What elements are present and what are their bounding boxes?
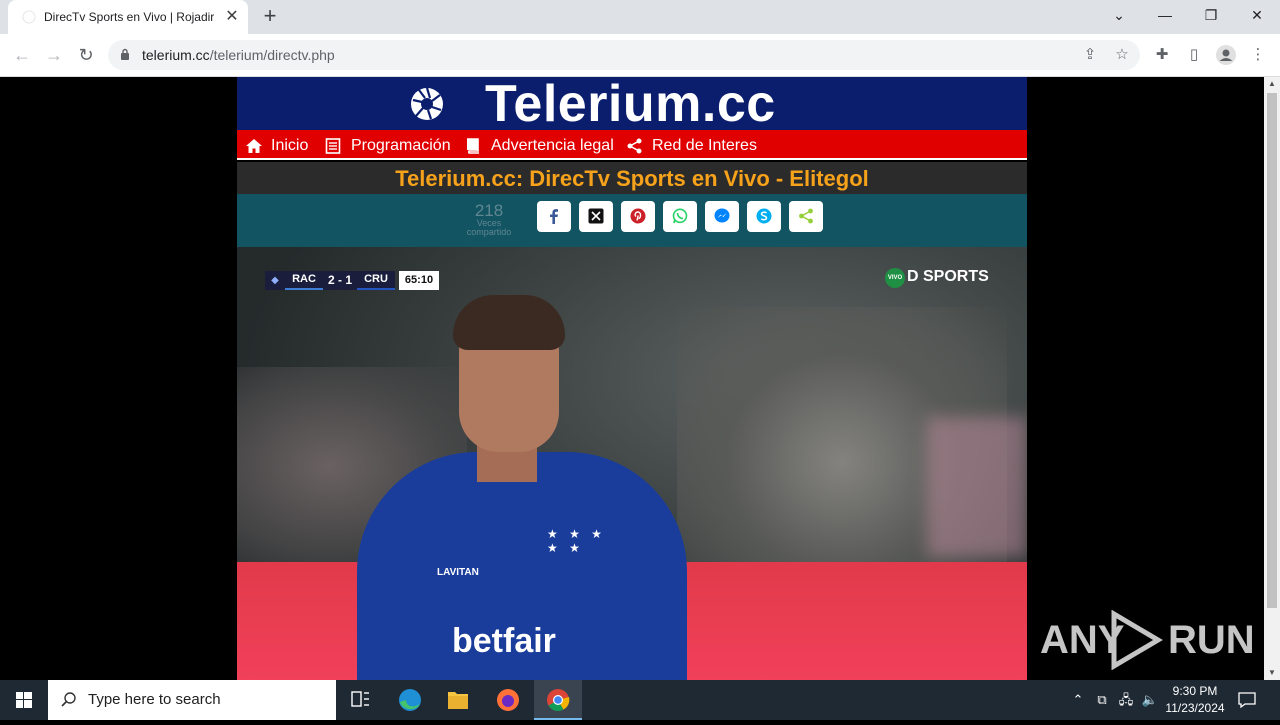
scroll-thumb[interactable] (1267, 93, 1277, 608)
close-window-button[interactable]: ✕ (1234, 0, 1280, 30)
share-pinterest-button[interactable] (621, 201, 655, 232)
share-facebook-button[interactable] (537, 201, 571, 232)
page-scrollbar[interactable]: ▲ ▼ (1264, 77, 1280, 680)
share-x-button[interactable] (579, 201, 613, 232)
away-team: CRU (357, 271, 395, 290)
share-messenger-button[interactable] (705, 201, 739, 232)
crest-stars: ★ ★ ★ ★ ★ (547, 527, 606, 555)
score: 2 - 1 (323, 271, 357, 290)
home-icon (246, 139, 262, 153)
back-button[interactable]: ← (10, 43, 34, 67)
book-icon (467, 138, 479, 154)
aperture-logo-icon (411, 87, 443, 120)
forward-button[interactable]: → (42, 43, 66, 67)
restore-button[interactable]: ❐ (1188, 0, 1234, 30)
home-team: RAC (285, 271, 323, 290)
bookmark-star-icon[interactable]: ☆ (1112, 45, 1132, 65)
site-logo-text[interactable]: Telerium.cc (485, 77, 776, 131)
new-tab-button[interactable]: + (258, 5, 282, 29)
taskbar-file-explorer[interactable] (434, 680, 482, 720)
tray-device-icon[interactable]: ⧉ (1092, 690, 1112, 710)
crowd-pink (927, 417, 1027, 557)
share-more-button[interactable] (789, 201, 823, 232)
network-icon[interactable]: 🖧 (1116, 690, 1136, 710)
page-viewport: Telerium.cc Inicio Programación Adverten… (0, 77, 1264, 680)
main-menu: Inicio Programación Advertencia legal Re… (237, 130, 1027, 160)
list-icon (325, 138, 341, 154)
system-clock[interactable]: 9:30 PM 11/23/2024 (1158, 683, 1232, 717)
tray-overflow-icon[interactable]: ⌃ (1068, 690, 1088, 710)
windows-logo-icon (16, 692, 32, 708)
tab-search-icon[interactable]: ⌄ (1096, 0, 1142, 30)
close-tab-icon[interactable]: ✕ (222, 7, 242, 27)
reload-button[interactable]: ↻ (74, 43, 98, 67)
firefox-icon (497, 689, 519, 711)
page-title-bar: Telerium.cc: DirecTv Sports en Vivo - El… (237, 162, 1027, 194)
shirt-small-sponsor: LAVITAN (437, 567, 479, 578)
favicon-icon (22, 10, 36, 24)
address-bar[interactable]: telerium.cc/telerium/directv.php ⇪ ☆ (108, 40, 1140, 70)
url-text: telerium.cc/telerium/directv.php (142, 47, 335, 63)
scroll-down-icon[interactable]: ▼ (1264, 666, 1280, 680)
menu-kebab-icon[interactable]: ⋮ (1247, 44, 1269, 66)
taskbar-search[interactable]: Type here to search (48, 680, 336, 720)
player-hair (453, 295, 565, 350)
sharethis-icon (799, 208, 813, 224)
task-view-icon (351, 691, 369, 707)
browser-toolbar: ← → ↻ telerium.cc/telerium/directv.php ⇪… (0, 34, 1280, 77)
x-icon (588, 208, 604, 224)
share-skype-button[interactable] (747, 201, 781, 232)
scroll-up-icon[interactable]: ▲ (1264, 77, 1280, 91)
notifications-button[interactable] (1236, 690, 1258, 710)
match-clock: 65:10 (399, 271, 439, 290)
share-page-icon[interactable]: ⇪ (1080, 45, 1100, 65)
tab-strip: DirecTv Sports en Vivo | Rojadirecta ✕ +… (0, 0, 1280, 34)
browser-tab[interactable]: DirecTv Sports en Vivo | Rojadirecta ✕ (8, 0, 248, 34)
tournament-icon: ◆ (265, 271, 285, 290)
chrome-icon (547, 689, 570, 711)
folder-icon (448, 692, 468, 709)
facebook-icon (550, 209, 558, 224)
profile-avatar-icon[interactable] (1215, 44, 1237, 66)
pinterest-icon (630, 208, 646, 224)
scoreboard: ◆ RAC 2 - 1 CRU 65:10 (265, 271, 439, 290)
site-header: Telerium.cc (237, 77, 1027, 131)
messenger-icon (714, 208, 730, 223)
start-button[interactable] (0, 680, 48, 720)
skype-icon (756, 208, 772, 224)
play-logo-icon (1111, 610, 1163, 670)
share-icon (627, 138, 642, 154)
share-bar: 218 Veces compartido (237, 194, 1027, 247)
channel-name: D SPORTS (907, 268, 989, 285)
live-badge: VIVO (885, 268, 905, 288)
video-player[interactable]: ★ ★ ★ ★ ★ LAVITAN betfair ◆ RAC 2 - 1 CRU… (237, 247, 1027, 680)
edge-icon (399, 689, 421, 711)
windows-taskbar: Type here to search ⌃ ⧉ 🖧 🔈 9:30 PM 11/2… (0, 680, 1280, 720)
whatsapp-icon (672, 208, 688, 224)
lock-icon (121, 48, 129, 60)
side-panel-icon[interactable]: ▯ (1183, 44, 1205, 66)
tab-title: DirecTv Sports en Vivo | Rojadirecta (44, 10, 214, 24)
extensions-icon[interactable]: ✚ (1151, 44, 1173, 66)
shirt-sponsor: betfair (452, 622, 556, 660)
task-view-button[interactable] (336, 680, 384, 720)
volume-icon[interactable]: 🔈 (1140, 690, 1160, 710)
page-title: Telerium.cc: DirecTv Sports en Vivo - El… (395, 166, 869, 191)
taskbar-chrome[interactable] (534, 680, 582, 720)
share-whatsapp-button[interactable] (663, 201, 697, 232)
minimize-button[interactable]: — (1142, 0, 1188, 30)
share-count: 218 Veces compartido (466, 201, 512, 237)
notification-icon (1238, 692, 1256, 709)
taskbar-edge[interactable] (386, 680, 434, 720)
telerium-site: Telerium.cc Inicio Programación Adverten… (237, 77, 1027, 680)
taskbar-firefox[interactable] (484, 680, 532, 720)
search-icon (61, 692, 76, 707)
